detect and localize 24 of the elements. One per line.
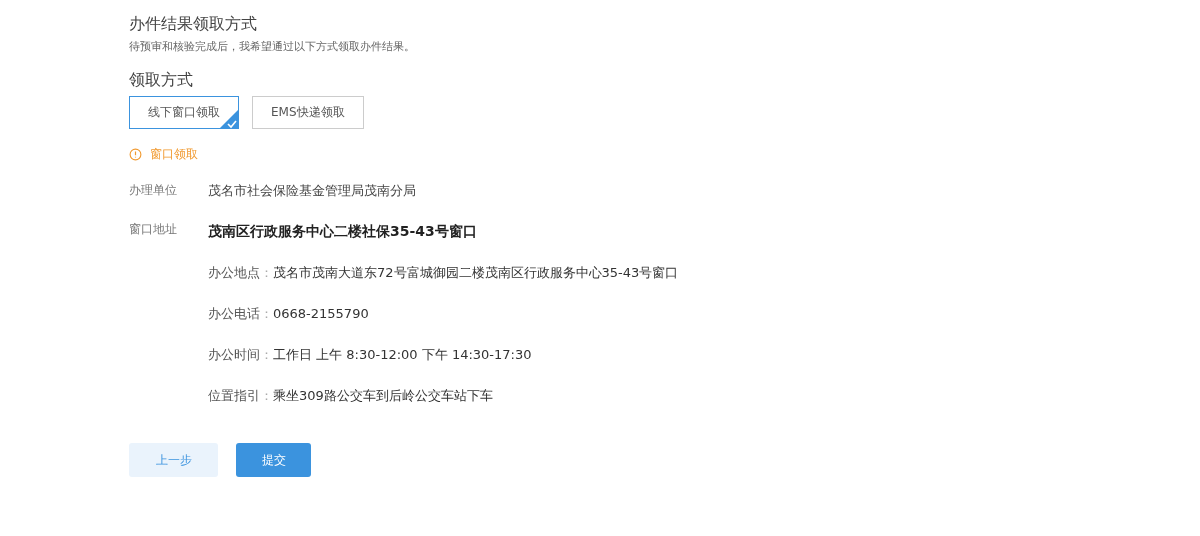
detail-value: 工作日 上午 8:30-12:00 下午 14:30-17:30 [273, 347, 532, 362]
field-label: 办理单位 [129, 182, 178, 199]
detail-label: 办公时间 [208, 347, 260, 362]
option-tab[interactable]: 线下窗口领取 [129, 96, 239, 129]
field-value: 茂名市社会保险基金管理局茂南分局 [208, 182, 416, 200]
description-text: 待预审和核验完成后，我希望通过以下方式领取办件结果。 [129, 39, 416, 55]
separator-text: ： [260, 388, 273, 403]
field-label: 窗口地址 [129, 221, 178, 238]
detail-value: 0668-2155790 [273, 306, 369, 321]
detail-value: 茂名市茂南大道东72号富城御园二楼茂南区行政服务中心35-43号窗口 [273, 265, 679, 280]
method-label: 领取方式 [129, 69, 194, 91]
separator-text: ： [260, 306, 273, 321]
separator-text: ： [260, 265, 273, 280]
check-corner-icon [219, 109, 239, 129]
address-title: 茂南区行政服务中心二楼社保35-43号窗口 [208, 223, 478, 241]
detail-label: 办公电话 [208, 306, 260, 321]
notice-text: 窗口领取 [150, 146, 198, 163]
detail-label: 位置指引 [208, 388, 260, 403]
separator-text: ： [260, 347, 273, 362]
detail-value: 乘坐309路公交车到后岭公交车站下车 [273, 388, 493, 403]
detail-label: 办公地点 [208, 265, 260, 280]
section-title: 办件结果领取方式 [129, 13, 258, 35]
option-tab[interactable]: EMS快递领取 [252, 96, 364, 129]
info-icon [129, 148, 142, 161]
